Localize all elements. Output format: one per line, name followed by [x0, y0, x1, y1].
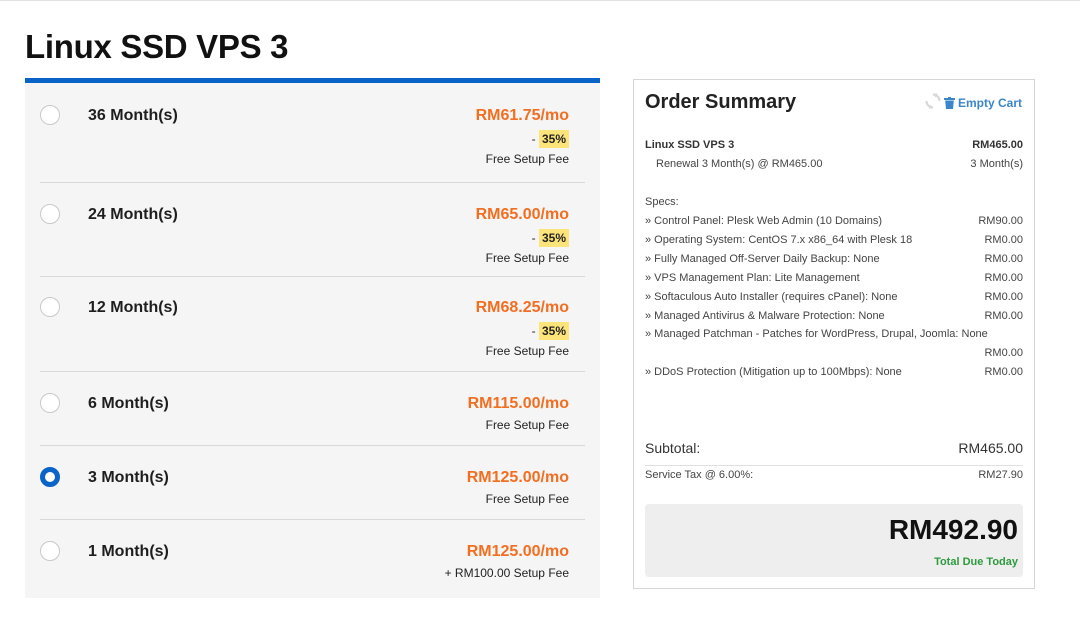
setup-fee-label: Free Setup Fee — [485, 418, 569, 432]
spec-price: RM0.00 — [984, 310, 1023, 322]
billing-radio[interactable] — [40, 297, 60, 317]
billing-radio[interactable] — [40, 393, 60, 413]
spec-price: RM0.00 — [984, 291, 1023, 303]
billing-price: RM125.00/mo — [466, 469, 569, 486]
spec-label: » Control Panel: Plesk Web Admin (10 Dom… — [645, 215, 883, 227]
discount-line: - 35% — [476, 322, 569, 340]
spec-price: RM0.00 — [984, 366, 1023, 378]
subtotal-row: Subtotal: RM465.00 — [645, 440, 1023, 456]
billing-option-12-months[interactable]: 12 Month(s) RM68.25/mo - 35% Free Setup … — [40, 277, 585, 372]
spec-line-label-only: » Managed Patchman - Patches for WordPre… — [645, 328, 1023, 340]
discount-line: - 35% — [476, 229, 569, 247]
setup-fee-label: + RM100.00 Setup Fee — [444, 566, 569, 580]
total-amount: RM492.90 — [888, 514, 1018, 545]
spec-line: » Softaculous Auto Installer (requires c… — [645, 291, 1023, 303]
billing-radio-selected[interactable] — [40, 467, 60, 487]
specs-heading: Specs: — [645, 196, 679, 208]
page-title: Linux SSD VPS 3 — [25, 28, 289, 65]
spec-price: RM0.00 — [984, 347, 1023, 359]
renewal-label: Renewal 3 Month(s) @ RM465.00 — [656, 158, 823, 170]
spec-line: » Control Panel: Plesk Web Admin (10 Dom… — [645, 215, 1023, 227]
billing-period-label: 3 Month(s) — [88, 469, 169, 486]
subtotal-label: Subtotal: — [645, 440, 701, 456]
product-line: Linux SSD VPS 3 RM465.00 — [645, 139, 1023, 151]
spec-price: RM0.00 — [984, 272, 1023, 284]
billing-radio[interactable] — [40, 541, 60, 561]
empty-cart-button[interactable]: Empty Cart — [943, 96, 1022, 110]
spec-line: » Operating System: CentOS 7.x x86_64 wi… — [645, 234, 1023, 246]
renewal-line: Renewal 3 Month(s) @ RM465.00 3 Month(s) — [645, 158, 1023, 170]
setup-fee-label: Free Setup Fee — [485, 492, 569, 506]
billing-period-label: 36 Month(s) — [88, 107, 178, 124]
summary-divider — [645, 465, 1023, 466]
spec-price: RM90.00 — [978, 215, 1023, 227]
billing-price: RM115.00/mo — [467, 395, 569, 412]
billing-period-label: 24 Month(s) — [88, 206, 178, 223]
spec-price: RM0.00 — [984, 234, 1023, 246]
spec-line-price-only: RM0.00 — [645, 347, 1023, 359]
billing-price: RM65.00/mo — [475, 206, 569, 223]
billing-option-24-months[interactable]: 24 Month(s) RM65.00/mo - 35% Free Setup … — [40, 183, 585, 277]
subtotal-value: RM465.00 — [958, 440, 1023, 456]
spec-price: RM0.00 — [984, 253, 1023, 265]
spec-label: » Managed Patchman - Patches for WordPre… — [645, 328, 988, 340]
order-summary-panel: Order Summary Empty Cart Linux SSD VPS 3… — [633, 79, 1035, 589]
billing-period-label: 12 Month(s) — [88, 299, 178, 316]
spec-label: » Operating System: CentOS 7.x x86_64 wi… — [645, 234, 913, 246]
discount-badge: 35% — [538, 322, 569, 340]
product-price: RM465.00 — [972, 139, 1023, 151]
spec-label: » Softaculous Auto Installer (requires c… — [645, 291, 898, 303]
discount-badge: 35% — [538, 229, 569, 247]
spec-line: » DDoS Protection (Mitigation up to 100M… — [645, 366, 1023, 378]
refresh-icon[interactable] — [924, 92, 942, 110]
billing-price: RM68.25/mo — [475, 299, 569, 316]
empty-cart-label: Empty Cart — [957, 96, 1022, 110]
billing-period-label: 1 Month(s) — [88, 543, 169, 560]
spec-label: » DDoS Protection (Mitigation up to 100M… — [645, 366, 902, 378]
spec-line: » Fully Managed Off-Server Daily Backup:… — [645, 253, 1023, 265]
discount-badge: 35% — [538, 130, 569, 148]
trash-icon — [943, 97, 955, 109]
tax-label: Service Tax @ 6.00%: — [645, 469, 754, 481]
spec-label: » Managed Antivirus & Malware Protection… — [645, 310, 885, 322]
billing-cycle-panel: 36 Month(s) RM61.75/mo - 35% Free Setup … — [25, 78, 600, 598]
setup-fee-label: Free Setup Fee — [485, 344, 569, 358]
product-name: Linux SSD VPS 3 — [645, 139, 735, 151]
setup-fee-label: Free Setup Fee — [485, 251, 569, 265]
billing-radio[interactable] — [40, 105, 60, 125]
top-divider — [0, 0, 1080, 1]
tax-value: RM27.90 — [978, 469, 1023, 481]
spec-line: » Managed Antivirus & Malware Protection… — [645, 310, 1023, 322]
spec-line: » VPS Management Plan: Lite Management RM… — [645, 272, 1023, 284]
renewal-cycle: 3 Month(s) — [970, 158, 1023, 170]
billing-period-label: 6 Month(s) — [88, 395, 169, 412]
billing-option-1-month[interactable]: 1 Month(s) RM125.00/mo + RM100.00 Setup … — [40, 520, 585, 598]
billing-price: RM61.75/mo — [475, 107, 569, 124]
spec-label: » VPS Management Plan: Lite Management — [645, 272, 860, 284]
total-due-box: RM492.90 Total Due Today — [645, 504, 1023, 577]
billing-price: RM125.00/mo — [466, 543, 569, 560]
tax-row: Service Tax @ 6.00%: RM27.90 — [645, 469, 1023, 481]
discount-line: - 35% — [476, 130, 569, 148]
order-summary-title: Order Summary — [645, 91, 797, 113]
billing-radio[interactable] — [40, 204, 60, 224]
total-due-label: Total Due Today — [934, 556, 1018, 568]
spec-label: » Fully Managed Off-Server Daily Backup:… — [645, 253, 880, 265]
billing-option-36-months[interactable]: 36 Month(s) RM61.75/mo - 35% Free Setup … — [40, 83, 585, 183]
setup-fee-label: Free Setup Fee — [485, 152, 569, 166]
billing-option-3-months[interactable]: 3 Month(s) RM125.00/mo Free Setup Fee — [40, 446, 585, 520]
billing-option-6-months[interactable]: 6 Month(s) RM115.00/mo Free Setup Fee — [40, 372, 585, 446]
